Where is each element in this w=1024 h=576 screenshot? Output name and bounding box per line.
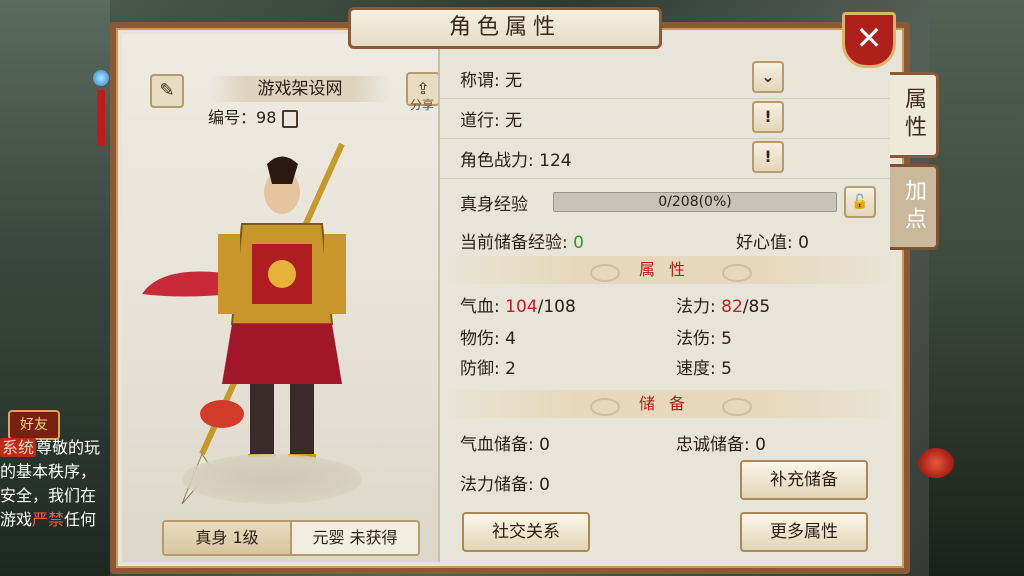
share-label: 分享 — [409, 98, 434, 112]
close-button[interactable]: ✕ — [842, 12, 896, 68]
pencil-icon: ✎ — [159, 80, 175, 101]
hp-current: 104 — [505, 297, 538, 317]
stored-exp-value: 0 — [573, 233, 584, 253]
chat-text: 任何 — [64, 510, 97, 529]
hp-reserve: 气血储备: 0 — [460, 435, 550, 455]
tassel-icon — [97, 90, 105, 146]
hp-max: /108 — [537, 297, 576, 317]
speed-stat: 速度: 5 — [676, 359, 732, 379]
chat-line: 游戏严禁任何 — [0, 508, 120, 532]
tab-nascent-soul[interactable]: 元婴 未获得 — [292, 522, 418, 554]
mp-reserve: 法力储备: 0 — [460, 475, 550, 495]
chat-line: 安全，我们在 — [0, 486, 97, 505]
hero-figure — [122, 124, 438, 505]
unlock-button[interactable]: 🔓 — [844, 186, 876, 218]
mp-current: 82 — [721, 297, 743, 317]
title-row: 称谓: 无 ⌄ — [440, 58, 898, 99]
cloud-ornament-icon — [590, 398, 620, 416]
mp-max: /85 — [742, 297, 771, 317]
character-pane: ✎ 游戏架设网 ⇪ 分享 编号：98 真身 1级 元婴 未获得 — [122, 34, 440, 562]
hp-stat: 气血: 104/108 — [460, 292, 576, 317]
exp-progress-text: 0/208(0%) — [658, 194, 732, 210]
attribute-pane: 称谓: 无 ⌄ 道行: 无 ! 角色战力: 124 ! 真身经验 0/208(0… — [440, 34, 898, 562]
hero-warrior-illustration — [142, 142, 346, 505]
attributes-section-header: 属性 — [440, 256, 898, 284]
more-attributes-button[interactable]: 更多属性 — [740, 512, 868, 552]
chevron-down-icon: ⌄ — [761, 67, 775, 86]
dao-info-button[interactable]: ! — [752, 101, 784, 133]
bead-icon — [93, 70, 109, 86]
system-tag: 系统 — [0, 438, 37, 457]
power-info-button[interactable]: ! — [752, 141, 784, 173]
refill-reserve-button[interactable]: 补充储备 — [740, 460, 868, 500]
mp-stat: 法力: 82/85 — [676, 292, 770, 317]
reserves-section-header: 储备 — [440, 390, 898, 418]
form-tabs: 真身 1级 元婴 未获得 — [162, 520, 420, 556]
chat-text: 游戏 — [0, 510, 33, 529]
phys-attack-stat: 物伤: 4 — [460, 329, 516, 349]
exp-progress-bar: 0/208(0%) — [553, 192, 837, 212]
power-row: 角色战力: 124 ! — [440, 138, 898, 179]
exclamation-icon: ! — [764, 107, 772, 126]
magic-attack-stat: 法伤: 5 — [676, 329, 732, 349]
mp-label: 法力: — [676, 297, 722, 317]
hero-stage — [182, 454, 362, 504]
chat-text: 尊敬的玩 — [36, 438, 101, 457]
exp-label: 真身经验 — [460, 195, 528, 215]
tab-add-points[interactable]: 加点 — [890, 164, 939, 250]
dao-row: 道行: 无 ! — [440, 98, 898, 139]
scene-right — [929, 0, 1024, 576]
power-label: 角色战力: 124 — [460, 151, 572, 171]
chat-line: 系统 尊敬的玩 — [0, 436, 120, 460]
chat-line: 的基本秩序， — [0, 462, 97, 481]
dao-label: 道行: 无 — [460, 111, 523, 131]
social-relations-button[interactable]: 社交关系 — [462, 512, 590, 552]
character-panel: ✎ 游戏架设网 ⇪ 分享 编号：98 真身 1级 元婴 未获得 称谓: 无 ⌄ … — [110, 22, 910, 574]
title-label: 称谓: 无 — [460, 71, 523, 91]
loyalty-reserve: 忠诚储备: 0 — [676, 435, 766, 455]
cloud-ornament-icon — [722, 264, 752, 282]
kindness-value: 好心值: 0 — [736, 233, 809, 253]
exclamation-icon: ! — [764, 147, 772, 166]
window-title: 角色属性 — [348, 7, 662, 49]
character-name: 游戏架设网 — [210, 76, 390, 102]
stored-exp: 当前储备经验: 0 — [460, 228, 584, 253]
edit-name-button[interactable]: ✎ — [150, 74, 184, 108]
tab-true-body[interactable]: 真身 1级 — [164, 522, 292, 554]
hp-label: 气血: — [460, 297, 506, 317]
chat-highlight: 严禁 — [32, 510, 65, 529]
lantern-decoration — [918, 448, 954, 478]
tab-attributes[interactable]: 属性 — [890, 72, 939, 158]
exp-row: 真身经验 0/208(0%) 🔓 — [440, 182, 898, 222]
stored-exp-label: 当前储备经验: — [460, 233, 574, 253]
cloud-ornament-icon — [722, 398, 752, 416]
cloud-ornament-icon — [590, 264, 620, 282]
jade-bead-ornament — [93, 50, 109, 146]
title-dropdown-button[interactable]: ⌄ — [752, 61, 784, 93]
defense-stat: 防御: 2 — [460, 359, 516, 379]
close-icon: ✕ — [855, 19, 883, 57]
chat-overlay[interactable]: 系统 尊敬的玩 的基本秩序， 安全，我们在 游戏严禁任何 — [0, 436, 120, 576]
unlock-icon: 🔓 — [851, 194, 869, 210]
